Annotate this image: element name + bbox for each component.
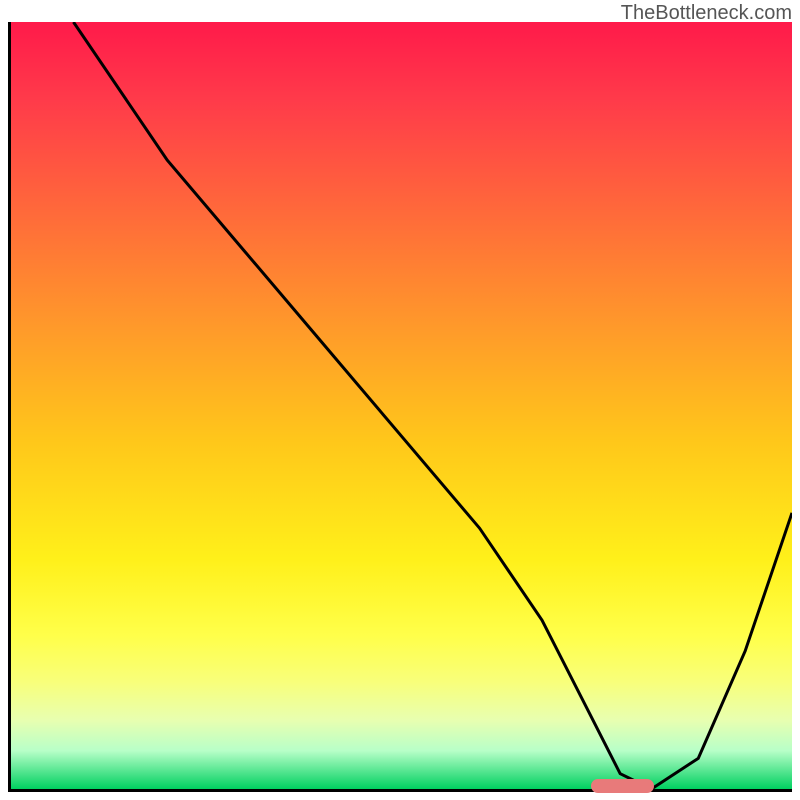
optimal-marker <box>591 779 654 793</box>
bottleneck-line <box>11 22 792 789</box>
chart-area <box>8 22 792 792</box>
